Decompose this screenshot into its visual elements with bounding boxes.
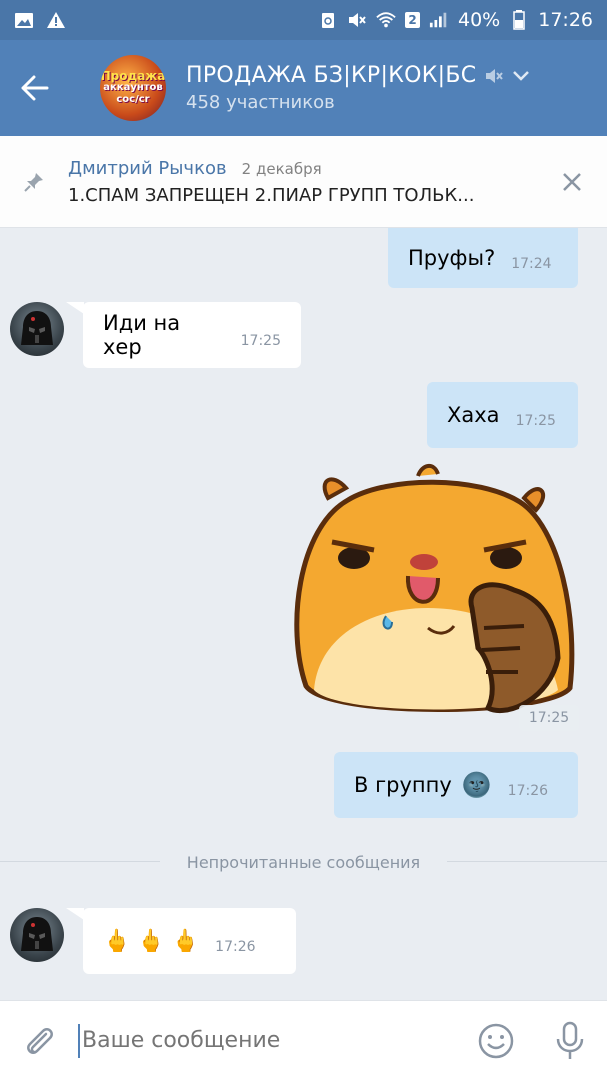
message-input[interactable] [78, 1023, 459, 1058]
attach-button[interactable] [0, 1024, 78, 1058]
message-text: Пруфы? [408, 246, 496, 270]
microphone-icon [556, 1021, 584, 1059]
mute-icon [347, 11, 367, 29]
avatar-text-1: Продажа [100, 69, 166, 83]
back-button[interactable] [0, 40, 70, 136]
pin-author: Дмитрий Рычков [68, 157, 227, 179]
message-text: 🖕 🖕 🖕 [103, 928, 200, 954]
chat-title: ПРОДАЖА БЗ|КР|КОК|БС [186, 63, 477, 88]
bubble-tail [66, 908, 84, 920]
new-moon-face-icon: 🌚 [461, 771, 492, 799]
sticker-time: 17:25 [519, 705, 579, 731]
avatar-text-2: аккаунтов [103, 82, 163, 93]
message-text: Хаха [447, 403, 500, 427]
close-icon [563, 172, 581, 191]
chevron-down-icon[interactable] [512, 70, 530, 82]
unread-divider: Непрочитанные сообщения [0, 848, 607, 876]
message-time: 17:25 [515, 413, 556, 429]
message-text: Иди на хер [103, 311, 181, 359]
paperclip-icon [27, 1027, 53, 1054]
compose-bar [0, 1000, 607, 1080]
clock: 17:26 [538, 9, 593, 31]
message-time: 17:24 [511, 256, 552, 272]
darth-vader-icon [21, 917, 53, 951]
muted-icon [486, 68, 504, 83]
message-bubble-out[interactable]: Пруфы? 17:24 [388, 228, 578, 288]
pin-icon [0, 171, 68, 193]
status-bar: 2 40% 17:26 [0, 0, 607, 40]
message-bubble-in[interactable]: Иди на хер 17:25 [83, 302, 301, 368]
battery-icon [509, 10, 529, 30]
message-bubble-out[interactable]: Хаха 17:25 [427, 382, 578, 448]
avatar-text-3: coc/cr [116, 94, 150, 105]
chat-header: Продажа аккаунтов coc/cr ПРОДАЖА БЗ|КР|К… [0, 40, 607, 136]
group-avatar[interactable]: Продажа аккаунтов coc/cr [100, 55, 166, 121]
arrow-left-icon [21, 75, 49, 101]
warning-icon [46, 11, 66, 29]
pin-text: 1.СПАМ ЗАПРЕЩЕН 2.ПИАР ГРУПП ТОЛЬК... [68, 184, 475, 206]
user-avatar[interactable] [10, 302, 64, 356]
chat-title-block[interactable]: ПРОДАЖА БЗ|КР|КОК|БС 458 участников [186, 63, 530, 113]
voice-button[interactable] [533, 1021, 607, 1061]
sim-badge: 2 [405, 12, 420, 28]
wifi-icon [376, 11, 396, 29]
message-time: 17:26 [215, 939, 256, 955]
image-icon [14, 11, 34, 29]
user-avatar[interactable] [10, 908, 64, 962]
message-bubble-out[interactable]: В группу 🌚 17:26 [334, 752, 578, 818]
signal-icon [429, 11, 449, 29]
message-text: В группу [354, 773, 452, 797]
chat-subtitle: 458 участников [186, 92, 335, 113]
pin-date: 2 декабря [241, 159, 322, 178]
battery-percent: 40% [458, 9, 501, 31]
message-time: 17:26 [507, 783, 549, 799]
darth-vader-icon [21, 311, 53, 345]
bubble-tail [66, 302, 84, 314]
hamster-sticker[interactable] [288, 458, 580, 738]
smiley-icon [478, 1023, 514, 1058]
unread-label: Непрочитанные сообщения [164, 852, 443, 872]
recycle-icon [318, 11, 338, 29]
message-bubble-in[interactable]: 🖕 🖕 🖕 17:26 [83, 908, 296, 974]
message-time: 17:25 [240, 333, 281, 349]
emoji-button[interactable] [459, 1022, 533, 1060]
pinned-message[interactable]: Дмитрий Рычков 2 декабря 1.СПАМ ЗАПРЕЩЕН… [0, 136, 607, 228]
close-pin-button[interactable] [537, 171, 607, 193]
